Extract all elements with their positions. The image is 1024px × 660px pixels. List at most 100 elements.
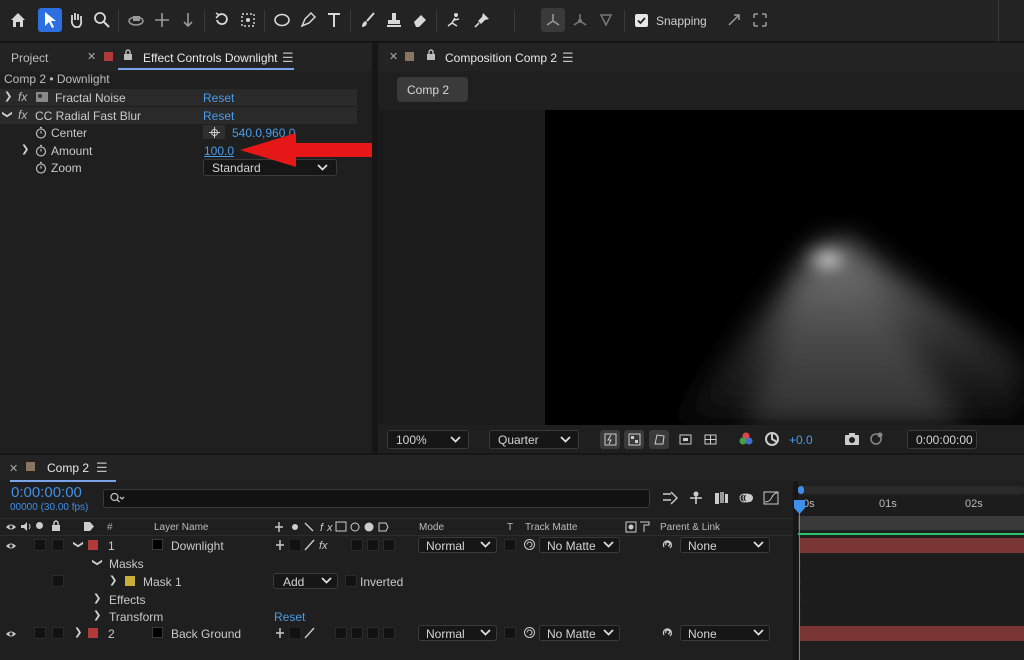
parent-pickwhip-icon[interactable] — [661, 538, 674, 554]
mask-name[interactable]: Mask 1 — [143, 575, 182, 589]
switch-cell[interactable] — [351, 627, 363, 639]
layer-switches[interactable] — [274, 626, 320, 643]
layer-switches[interactable]: fx — [274, 538, 344, 555]
type-tool-icon[interactable] — [322, 8, 346, 32]
mask-visibility-icon[interactable] — [649, 430, 669, 449]
navigator-start-handle[interactable] — [798, 486, 804, 494]
lock-icon[interactable] — [51, 520, 61, 535]
solo-toggle[interactable] — [34, 539, 46, 551]
switch-cell[interactable] — [383, 539, 395, 551]
blend-mode-dropdown[interactable]: Normal — [418, 625, 497, 641]
tab-effect-controls[interactable]: Effect Controls Downlight — [143, 51, 278, 65]
brush-tool-icon[interactable] — [356, 8, 380, 32]
chevron-right-icon[interactable]: ❯ — [74, 627, 82, 638]
exposure-value[interactable]: +0.0 — [789, 433, 813, 447]
reset-link[interactable]: Reset — [203, 109, 234, 123]
layer-name[interactable]: Back Ground — [171, 627, 241, 641]
switch-cell[interactable] — [367, 539, 379, 551]
mask-mode-dropdown[interactable]: Add — [273, 573, 338, 589]
tab-timeline-comp[interactable]: Comp 2 — [47, 461, 89, 475]
amount-value[interactable]: 100.0 — [204, 144, 234, 158]
comp-breadcrumb-button[interactable]: Comp 2 — [397, 77, 468, 102]
layer-2-duration-bar[interactable] — [800, 626, 1024, 641]
column-layer-name[interactable]: Layer Name — [154, 522, 208, 533]
lock-toggle[interactable] — [52, 627, 64, 639]
graph-editor-icon[interactable] — [763, 490, 779, 509]
layer-1-duration-bar[interactable] — [800, 538, 1024, 553]
solo-toggle[interactable] — [34, 627, 46, 639]
label-tag-icon[interactable] — [83, 521, 95, 535]
parent-dropdown[interactable]: None — [680, 537, 770, 553]
view-axis-icon[interactable] — [594, 8, 618, 32]
clone-stamp-icon[interactable] — [382, 8, 406, 32]
resolution-dropdown[interactable]: Quarter — [489, 430, 579, 449]
home-icon[interactable] — [6, 8, 30, 32]
snapshot-icon[interactable] — [844, 432, 860, 449]
chevron-down-icon[interactable]: ❯ — [2, 110, 13, 118]
mask-inverted-checkbox[interactable] — [345, 575, 357, 587]
solo-icon[interactable] — [36, 522, 43, 529]
layer-name[interactable]: Downlight — [171, 539, 224, 553]
current-time-display[interactable]: 0:00:00:00 — [907, 430, 977, 449]
stopwatch-icon[interactable] — [35, 144, 47, 160]
magnification-dropdown[interactable]: 100% — [387, 430, 469, 449]
close-icon[interactable]: ✕ — [87, 50, 96, 63]
preserve-transparency-toggle[interactable] — [504, 627, 516, 639]
effect-row-fractal-noise[interactable]: ❯ fx Fractal Noise Reset — [0, 89, 357, 106]
matte-pickwhip-icon[interactable] — [523, 538, 536, 554]
selection-tool-icon[interactable] — [38, 8, 62, 32]
effect-row-cc-radial-fast-blur[interactable]: ❯ fx CC Radial Fast Blur Reset — [0, 107, 357, 124]
pan-camera-icon[interactable] — [150, 8, 174, 32]
fx-icon[interactable]: fx — [18, 90, 27, 104]
layer-row-1[interactable]: ❯ 1 Downlight fx Normal No Matte None — [0, 536, 793, 554]
shape-tool-icon[interactable] — [270, 8, 294, 32]
tab-composition[interactable]: Composition Comp 2 — [445, 51, 557, 65]
snapping-checkbox[interactable] — [635, 14, 648, 27]
mask-color-swatch[interactable] — [125, 576, 135, 586]
composition-canvas[interactable] — [545, 110, 1024, 425]
snap-features-icon[interactable] — [748, 8, 772, 32]
region-of-interest-icon[interactable] — [675, 430, 695, 449]
hand-tool-icon[interactable] — [64, 8, 88, 32]
video-eye-icon[interactable] — [5, 521, 17, 535]
time-navigator[interactable] — [798, 486, 1024, 494]
channels-icon[interactable] — [738, 431, 754, 450]
preserve-transparency-toggle[interactable] — [504, 539, 516, 551]
audio-speaker-icon[interactable] — [20, 521, 32, 535]
switch-cell[interactable] — [335, 627, 347, 639]
orbit-camera-icon[interactable] — [124, 8, 148, 32]
fast-previews-icon[interactable] — [600, 430, 620, 449]
chevron-down-icon[interactable]: ❯ — [73, 540, 84, 548]
composition-mini-flowchart-icon[interactable] — [661, 490, 679, 509]
color-management-icon[interactable] — [764, 431, 780, 450]
label-color-swatch[interactable] — [88, 540, 98, 550]
pan-behind-icon[interactable] — [236, 8, 260, 32]
motion-blur-icon[interactable] — [738, 490, 754, 509]
dolly-camera-icon[interactable] — [176, 8, 200, 32]
eraser-tool-icon[interactable] — [408, 8, 432, 32]
effects-group-row[interactable]: ❯ Effects — [0, 590, 793, 608]
grid-guides-icon[interactable] — [700, 430, 720, 449]
transparency-grid-icon[interactable] — [624, 430, 644, 449]
crosshair-icon[interactable] — [203, 125, 225, 139]
eye-icon[interactable] — [5, 628, 17, 642]
label-color-swatch[interactable] — [88, 628, 98, 638]
lock-toggle[interactable] — [52, 539, 64, 551]
chevron-right-icon[interactable]: ❯ — [4, 91, 12, 102]
snap-edges-icon[interactable] — [722, 8, 746, 32]
track-matte-dropdown[interactable]: No Matte — [539, 537, 620, 553]
timeline-search-input[interactable] — [103, 489, 650, 508]
switch-cell[interactable] — [383, 627, 395, 639]
pen-tool-icon[interactable] — [296, 8, 320, 32]
panel-menu-icon[interactable]: ☰ — [96, 460, 108, 476]
switch-cell[interactable] — [367, 627, 379, 639]
eye-icon[interactable] — [5, 540, 17, 554]
puppet-pin-icon[interactable] — [470, 8, 494, 32]
matte-pickwhip-icon[interactable] — [523, 626, 536, 642]
close-icon[interactable]: ✕ — [9, 462, 18, 475]
time-ruler[interactable] — [798, 496, 1024, 516]
parent-dropdown[interactable]: None — [680, 625, 770, 641]
mask-row[interactable]: ❯ Mask 1 Add Inverted — [0, 572, 793, 590]
fx-icon[interactable]: fx — [18, 108, 27, 122]
panel-menu-icon[interactable]: ☰ — [282, 50, 294, 66]
